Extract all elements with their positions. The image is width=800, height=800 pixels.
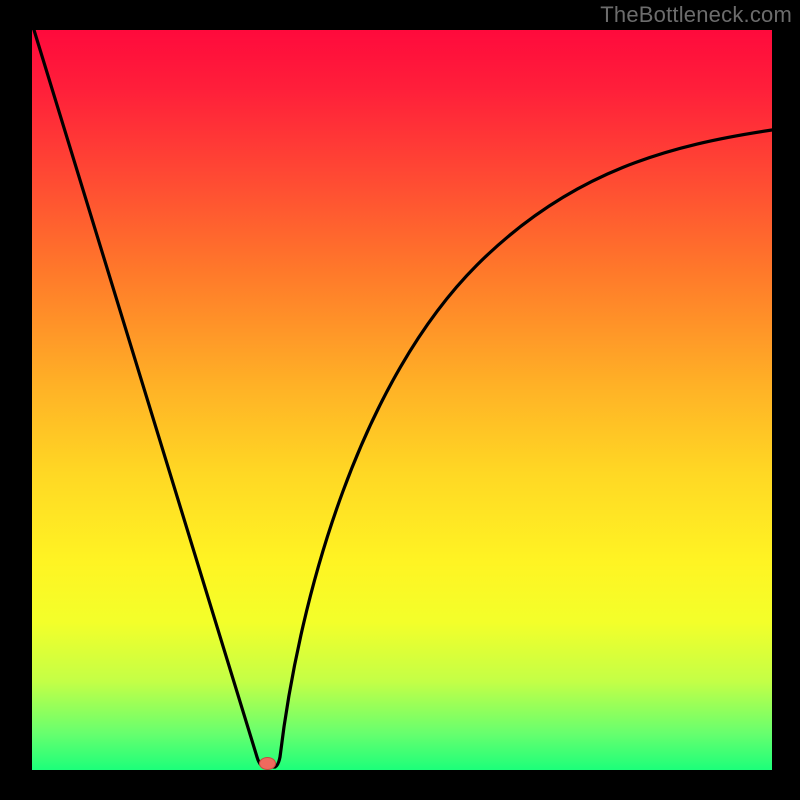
plot-area — [32, 30, 772, 770]
curve-left-branch — [34, 30, 275, 767]
optimum-marker — [259, 757, 276, 770]
watermark-text: TheBottleneck.com — [600, 2, 792, 28]
chart-frame: TheBottleneck.com — [0, 0, 800, 800]
curve-right-branch — [274, 130, 772, 767]
bottleneck-curve — [32, 30, 772, 770]
